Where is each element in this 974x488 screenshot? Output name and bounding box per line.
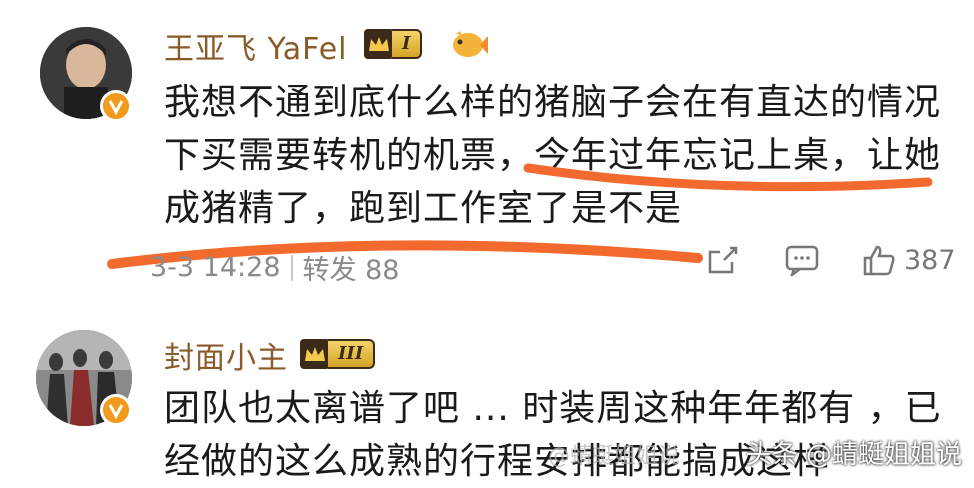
level-number: III [328,339,376,369]
crown-icon [364,29,394,59]
verified-v-icon [100,394,132,426]
comment-text-line: 成猪精了，跑到工作室了是不是 [164,188,683,229]
level-badge: III [300,338,376,370]
username[interactable]: 封面小主 [164,333,288,377]
comment-meta: 3-3 14:28 转发 88 [150,248,399,287]
verified-v-icon [100,90,132,122]
watermark: @蜻蜓姐姐说 [548,444,681,469]
divider [290,254,293,281]
comment-icon [785,245,819,276]
repost-count[interactable]: 转发 88 [303,248,400,287]
share-icon [708,246,738,274]
comment-text-line: 下买需要转机的机票，今年过年忘记上桌，让她 [164,135,942,176]
level-badge: I [364,28,423,60]
like-button[interactable]: 387 [862,244,956,276]
comment-text: 我想不通到底什么样的猪脑子会在有直达的情况 下买需要转机的机票，今年过年忘记上桌… [164,76,954,235]
share-button[interactable] [706,244,740,276]
comment-text-line: 团队也太离谱了吧 ... 时装周这种年年都有 ，已 [164,388,942,429]
username[interactable]: 王亚飞 YaFel [164,24,348,68]
source-label: 头条 @蜻蜓姐姐说 [745,440,962,470]
level-number: I [392,29,423,59]
like-icon [863,245,895,276]
comment-text-line: 我想不通到底什么样的猪脑子会在有直达的情况 [164,82,942,123]
comment-item-1: 王亚飞 YaFel I 我想不通到底什么样的猪脑子会在有直达的情况 下买需要转机… [0,0,974,300]
like-count: 387 [904,244,956,276]
comment-button[interactable] [784,244,820,276]
fish-icon [450,30,488,64]
crown-icon [300,339,330,369]
timestamp: 3-3 14:28 [150,252,281,283]
